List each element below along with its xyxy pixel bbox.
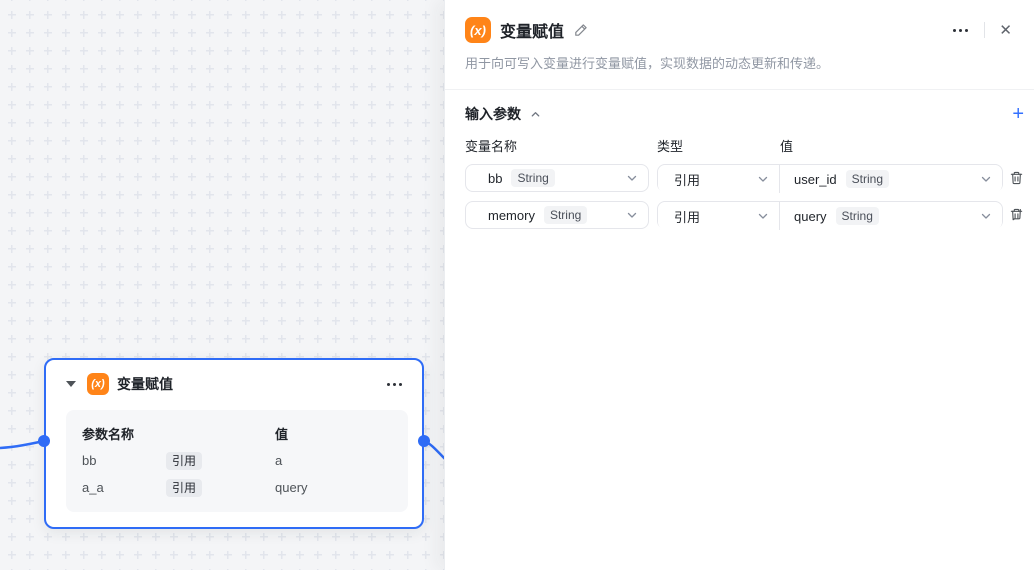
node-config-panel: (x) 变量赋值 ✕ 用于向可写入变量进行变量赋值，实现数据的动态更新和传递。 … — [444, 0, 1034, 570]
node-description: 用于向可写入变量进行变量赋值，实现数据的动态更新和传递。 — [465, 55, 1014, 73]
assign-mode-select[interactable]: 引用 — [658, 165, 780, 193]
node-more-button[interactable] — [383, 379, 406, 390]
chevron-up-icon[interactable] — [530, 109, 541, 120]
panel-title: 变量赋值 — [500, 18, 564, 42]
node-header: (x) 变量赋值 — [46, 360, 422, 408]
param-mode-badge: 引用 — [166, 452, 202, 470]
type-badge: String — [511, 169, 554, 187]
delete-param-button[interactable] — [1007, 205, 1026, 225]
variable-name-select[interactable]: memory String — [465, 201, 649, 229]
param-value: query — [275, 480, 392, 495]
param-mode-badge: 引用 — [166, 479, 202, 497]
workflow-editor: (x) 变量赋值 参数名称 值 bb 引用 a a_a 引用 query — [0, 0, 1034, 570]
pencil-icon — [573, 22, 589, 38]
node-collapse-caret-icon[interactable] — [66, 381, 76, 387]
chevron-down-icon — [980, 173, 992, 185]
node-title: 变量赋值 — [117, 374, 173, 394]
panel-more-button[interactable] — [949, 23, 972, 38]
variable-assign-icon: (x) — [87, 373, 109, 395]
param-name: a_a — [82, 480, 166, 495]
node-params-summary: 参数名称 值 bb 引用 a a_a 引用 query — [66, 410, 408, 512]
type-badge: String — [836, 207, 879, 225]
value-select[interactable]: query String — [780, 202, 1002, 230]
param-row: memory String 引用 query Stri — [465, 201, 1026, 229]
edit-title-button[interactable] — [573, 22, 589, 38]
chevron-down-icon — [980, 210, 992, 222]
node-col-name: 参数名称 — [82, 424, 275, 443]
add-param-button[interactable]: + — [1010, 106, 1026, 122]
param-name: bb — [82, 453, 166, 468]
value-assign-group: 引用 user_id String — [657, 164, 1003, 192]
type-badge: String — [544, 206, 587, 224]
variable-name: bb — [488, 171, 502, 186]
section-title: 输入参数 — [465, 104, 521, 124]
assign-mode: 引用 — [674, 170, 700, 189]
variable-assign-node[interactable]: (x) 变量赋值 参数名称 值 bb 引用 a a_a 引用 query — [44, 358, 424, 529]
assign-mode: 引用 — [674, 207, 700, 226]
assign-mode-select[interactable]: 引用 — [658, 202, 780, 230]
chevron-down-icon — [626, 172, 638, 184]
node-table-header: 参数名称 值 — [82, 420, 392, 447]
chevron-down-icon — [626, 209, 638, 221]
value-ref: query — [794, 209, 827, 224]
node-col-value: 值 — [275, 424, 392, 443]
col-label-type: 类型 — [657, 136, 780, 155]
trash-icon — [1009, 207, 1024, 223]
trash-icon — [1009, 170, 1024, 186]
variable-assign-icon: (x) — [465, 17, 491, 43]
value-assign-group: 引用 query String — [657, 201, 1003, 229]
delete-param-button[interactable] — [1007, 168, 1026, 188]
value-select[interactable]: user_id String — [780, 165, 1002, 193]
variable-name-select[interactable]: bb String — [465, 164, 649, 192]
chevron-down-icon — [757, 210, 769, 222]
col-label-name: 变量名称 — [465, 136, 657, 155]
close-icon[interactable]: ✕ — [997, 21, 1014, 40]
type-badge: String — [846, 170, 889, 188]
param-row: bb String 引用 user_id String — [465, 164, 1026, 192]
header-divider — [984, 22, 985, 38]
input-params-section: 输入参数 + 变量名称 类型 值 bb String — [445, 90, 1034, 229]
param-value: a — [275, 453, 392, 468]
chevron-down-icon — [757, 173, 769, 185]
col-label-value: 值 — [780, 136, 793, 155]
workflow-canvas[interactable]: (x) 变量赋值 参数名称 值 bb 引用 a a_a 引用 query — [0, 0, 444, 570]
value-ref: user_id — [794, 172, 837, 187]
node-output-port[interactable] — [418, 435, 430, 447]
column-labels: 变量名称 类型 值 — [465, 136, 1026, 155]
node-input-port[interactable] — [38, 435, 50, 447]
section-header: 输入参数 + — [465, 103, 1026, 125]
node-table-row: bb 引用 a — [82, 447, 392, 474]
node-table-row: a_a 引用 query — [82, 474, 392, 501]
panel-header: (x) 变量赋值 ✕ — [445, 0, 1034, 43]
variable-name: memory — [488, 208, 535, 223]
